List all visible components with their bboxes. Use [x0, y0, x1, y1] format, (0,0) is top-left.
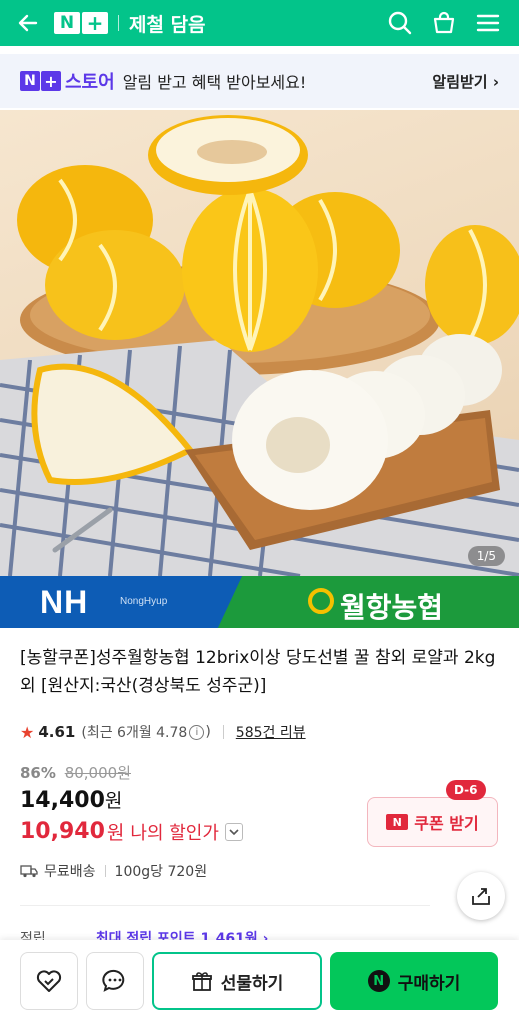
recent-rating-close: ) — [205, 724, 211, 740]
section-divider — [20, 905, 430, 906]
review-count-link[interactable]: 585건 리뷰 — [236, 722, 306, 742]
discount-row: 86% 80,000원 — [20, 762, 131, 783]
rating-separator — [222, 725, 224, 739]
coupon-button[interactable]: N 쿠폰 받기 — [367, 797, 498, 847]
nh-logo: NH — [40, 584, 89, 620]
shipping-separator — [104, 865, 106, 877]
my-discount-price[interactable]: 10,940 원 나의 할인가 — [20, 818, 243, 845]
cart-icon[interactable] — [431, 10, 457, 36]
chevron-down-icon[interactable] — [224, 822, 243, 841]
nplus-store-logo: N + 스토어 — [20, 68, 115, 94]
nh-brand-banner: NH NongHyup 월항농협 — [0, 576, 519, 628]
star-icon: ★ — [20, 722, 35, 742]
nstore-n: N — [20, 71, 40, 91]
gift-button[interactable]: 선물하기 — [152, 952, 322, 1010]
top-navigation-bar: N + 제철 담음 — [0, 0, 519, 46]
search-icon[interactable] — [387, 10, 413, 36]
product-title: [농할쿠폰]성주월항농협 12brix이상 당도선별 꿀 참외 로얄과 2kg … — [20, 648, 496, 696]
sale-price-value: 14,400 — [20, 788, 105, 813]
shipping-row: 무료배송 100g당 720원 — [20, 861, 207, 881]
logo-n: N — [54, 12, 80, 34]
heart-icon — [36, 970, 62, 992]
rating-score: 4.61 — [38, 723, 76, 741]
original-price: 80,000원 — [64, 764, 131, 782]
info-icon[interactable]: i — [189, 724, 205, 740]
chat-icon — [102, 969, 125, 992]
recent-rating: (최근 6개월 4.78 — [81, 725, 188, 741]
header-divider — [118, 15, 119, 31]
wolhang-brand: 월항농협 — [340, 591, 444, 624]
dday-badge: D-6 — [446, 780, 486, 800]
coupon-label: 쿠폰 받기 — [414, 814, 479, 833]
wishlist-button[interactable] — [20, 952, 78, 1010]
bottom-action-bar: 선물하기 N 구매하기 — [0, 940, 519, 1024]
naverpay-icon: N — [367, 970, 390, 992]
nstore-text: 스토어 — [65, 72, 115, 93]
alert-text: 알림 받고 혜택 받아보세요! — [122, 73, 307, 92]
wolhang-mark-icon — [308, 588, 334, 614]
truck-icon — [20, 864, 38, 878]
share-button[interactable] — [457, 872, 505, 920]
sale-price: 14,400원 — [20, 786, 122, 813]
naver-plus-logo[interactable]: N + — [54, 11, 108, 35]
chat-button[interactable] — [86, 952, 144, 1010]
alert-subscribe-button[interactable]: 알림받기 › — [432, 71, 499, 92]
buy-button[interactable]: N 구매하기 — [330, 952, 498, 1010]
gift-icon — [191, 972, 212, 991]
rating-row: ★ 4.61 (최근 6개월 4.78 i ) 585건 리뷰 — [20, 722, 306, 742]
my-price-label: 나의 할인가 — [130, 822, 219, 844]
nh-sub-logo: NongHyup — [120, 596, 168, 607]
my-price-value: 10,940 — [20, 819, 105, 844]
logo-plus: + — [82, 11, 108, 35]
image-counter: 1/5 — [467, 546, 505, 566]
melon-illustration — [0, 115, 519, 576]
menu-icon[interactable] — [475, 10, 501, 36]
unit-price: 100g당 720원 — [114, 864, 208, 880]
share-icon — [472, 888, 490, 905]
nstore-plus: + — [41, 71, 61, 91]
discount-percent: 86% — [20, 764, 56, 782]
sale-price-unit: 원 — [104, 790, 123, 812]
gift-label: 선물하기 — [220, 973, 284, 994]
shipping-text: 무료배송 — [44, 864, 96, 880]
product-image[interactable]: 1/5 — [0, 110, 519, 576]
store-name[interactable]: 제철 담음 — [129, 10, 206, 37]
back-arrow-icon[interactable] — [8, 0, 48, 46]
notification-banner[interactable]: N + 스토어 알림 받고 혜택 받아보세요! 알림받기 › — [0, 54, 519, 108]
coupon-n-icon: N — [386, 814, 409, 830]
buy-label: 구매하기 — [397, 973, 461, 994]
my-price-unit: 원 — [106, 822, 125, 844]
